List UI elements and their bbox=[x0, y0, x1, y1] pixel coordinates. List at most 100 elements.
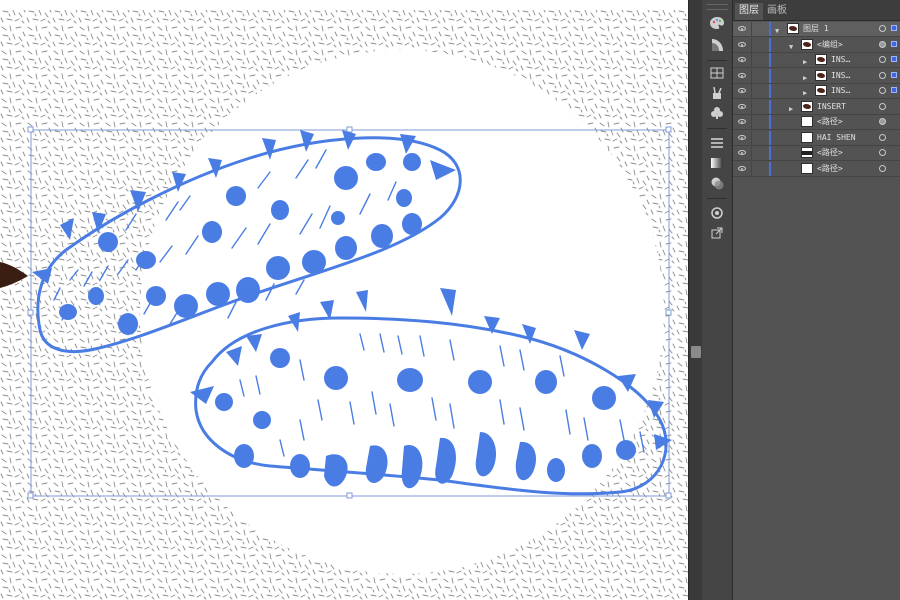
grid-icon[interactable] bbox=[707, 64, 727, 82]
layers-panel: 图层 画板 ▼ 图层 1 ▼ <编组> ▶ INS… ▶ INS… ▶ INS… ▶ INSERT <路… bbox=[733, 0, 900, 600]
lock-column[interactable] bbox=[751, 22, 752, 36]
lock-column[interactable] bbox=[751, 84, 752, 98]
layer-name[interactable]: <编组> bbox=[817, 38, 843, 52]
layer-color-bar bbox=[769, 68, 771, 83]
transparency-icon[interactable] bbox=[707, 174, 727, 192]
tab-layers[interactable]: 图层 bbox=[735, 3, 763, 20]
lock-column[interactable] bbox=[751, 68, 752, 83]
layer-row[interactable]: <路径> bbox=[733, 115, 900, 130]
target-circle-icon[interactable] bbox=[879, 40, 886, 48]
target-circle-icon[interactable] bbox=[879, 149, 886, 156]
layer-color-bar bbox=[769, 161, 771, 176]
layer-color-bar bbox=[769, 146, 771, 160]
layer-name[interactable]: INS… bbox=[831, 69, 850, 83]
target-circle-icon[interactable] bbox=[879, 164, 886, 172]
layer-row[interactable]: ▼ 图层 1 bbox=[733, 22, 900, 37]
layer-color-bar bbox=[769, 53, 771, 67]
visibility-eye-icon[interactable] bbox=[738, 26, 746, 31]
visibility-eye-icon[interactable] bbox=[738, 119, 746, 124]
layer-thumbnail bbox=[801, 38, 813, 50]
layer-row[interactable]: ▶ INS… bbox=[733, 53, 900, 68]
panel-tab-bar: 图层 画板 bbox=[733, 0, 900, 21]
selection-indicator[interactable] bbox=[891, 25, 897, 31]
gradient-swatch-icon[interactable] bbox=[707, 36, 727, 54]
layer-name[interactable]: <路径> bbox=[817, 162, 843, 176]
layer-color-bar bbox=[769, 22, 771, 36]
export-icon[interactable] bbox=[707, 224, 727, 242]
target-circle-icon[interactable] bbox=[879, 56, 886, 63]
layer-thumbnail bbox=[815, 54, 827, 65]
twirl-closed-icon[interactable]: ▶ bbox=[803, 86, 807, 100]
visibility-eye-icon[interactable] bbox=[738, 165, 746, 171]
visibility-eye-icon[interactable] bbox=[738, 150, 746, 155]
appearance-icon[interactable] bbox=[707, 204, 727, 222]
symbols-icon[interactable] bbox=[707, 104, 727, 122]
selection-indicator[interactable] bbox=[891, 71, 897, 78]
visibility-eye-icon[interactable] bbox=[738, 57, 746, 62]
layer-name[interactable]: 图层 1 bbox=[803, 22, 829, 36]
visibility-eye-icon[interactable] bbox=[738, 88, 746, 93]
brushes-icon[interactable] bbox=[707, 84, 727, 102]
selection-indicator[interactable] bbox=[891, 56, 897, 62]
target-circle-icon[interactable] bbox=[879, 102, 886, 110]
layer-row[interactable]: <路径> bbox=[733, 146, 900, 161]
target-circle-icon[interactable] bbox=[879, 25, 886, 32]
twirl-closed-icon[interactable]: ▶ bbox=[803, 55, 807, 69]
layer-row[interactable]: <路径> bbox=[733, 161, 900, 177]
layer-name[interactable]: INS… bbox=[831, 84, 850, 98]
layer-thumbnail bbox=[815, 69, 827, 81]
lock-column[interactable] bbox=[751, 146, 752, 160]
canvas-vertical-scrollbar[interactable] bbox=[688, 0, 703, 600]
layer-color-bar bbox=[769, 99, 771, 114]
lock-column[interactable] bbox=[751, 130, 752, 145]
layer-name[interactable]: HAI SHEN bbox=[817, 131, 856, 145]
layer-thumbnail bbox=[801, 147, 813, 158]
lines-icon[interactable] bbox=[707, 134, 727, 152]
layer-row[interactable]: ▶ INS… bbox=[733, 68, 900, 85]
visibility-eye-icon[interactable] bbox=[738, 41, 746, 47]
lock-column[interactable] bbox=[751, 161, 752, 176]
layer-row[interactable]: ▼ <编组> bbox=[733, 37, 900, 54]
target-circle-icon[interactable] bbox=[879, 87, 886, 94]
layer-thumbnail bbox=[801, 116, 813, 127]
layer-thumbnail bbox=[801, 162, 813, 174]
layer-name[interactable]: INS… bbox=[831, 53, 850, 67]
layer-name[interactable]: <路径> bbox=[817, 146, 843, 160]
layer-color-bar bbox=[769, 37, 771, 52]
twirl-open-icon[interactable]: ▼ bbox=[775, 24, 779, 38]
panel-icon-strip bbox=[702, 0, 733, 600]
lock-column[interactable] bbox=[751, 53, 752, 67]
lock-column[interactable] bbox=[751, 37, 752, 52]
lock-column[interactable] bbox=[751, 115, 752, 129]
layer-thumbnail bbox=[815, 85, 827, 96]
tab-artboards[interactable]: 画板 bbox=[763, 3, 791, 18]
layer-color-bar bbox=[769, 115, 771, 129]
visibility-eye-icon[interactable] bbox=[738, 134, 746, 140]
layer-name[interactable]: INSERT bbox=[817, 100, 846, 114]
layer-thumbnail bbox=[801, 131, 813, 143]
lock-column[interactable] bbox=[751, 99, 752, 114]
target-circle-icon[interactable] bbox=[879, 71, 886, 79]
layer-color-bar bbox=[769, 84, 771, 98]
twirl-closed-icon[interactable]: ▶ bbox=[803, 71, 807, 85]
target-circle-icon[interactable] bbox=[879, 118, 886, 125]
layer-row[interactable]: HAI SHEN bbox=[733, 130, 900, 146]
gradient-icon[interactable] bbox=[707, 154, 727, 172]
selection-indicator[interactable] bbox=[891, 87, 897, 93]
layer-row[interactable]: ▶ INSERT bbox=[733, 99, 900, 116]
strip-grip[interactable] bbox=[706, 4, 728, 10]
white-circle bbox=[140, 50, 664, 574]
artboard-canvas[interactable] bbox=[0, 0, 688, 600]
palette-icon[interactable] bbox=[707, 14, 727, 32]
twirl-open-icon[interactable]: ▼ bbox=[789, 40, 793, 54]
layer-name[interactable]: <路径> bbox=[817, 115, 843, 129]
selection-indicator[interactable] bbox=[891, 40, 897, 47]
layer-thumbnail bbox=[787, 23, 799, 34]
layer-row[interactable]: ▶ INS… bbox=[733, 84, 900, 99]
twirl-closed-icon[interactable]: ▶ bbox=[789, 102, 793, 116]
visibility-eye-icon[interactable] bbox=[738, 72, 746, 78]
visibility-eye-icon[interactable] bbox=[738, 103, 746, 109]
scrollbar-thumb[interactable] bbox=[691, 346, 701, 358]
target-circle-icon[interactable] bbox=[879, 133, 886, 141]
layer-thumbnail bbox=[801, 100, 813, 112]
